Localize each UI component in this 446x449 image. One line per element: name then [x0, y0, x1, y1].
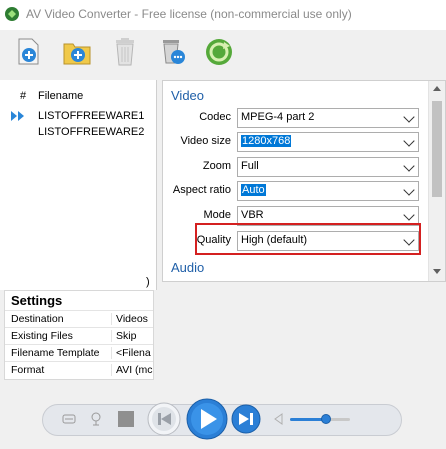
video-size-select[interactable]: 1280x768 — [237, 132, 419, 152]
stop-button[interactable] — [117, 410, 135, 431]
add-file-button[interactable] — [14, 36, 44, 68]
aspect-ratio-select[interactable]: Auto — [237, 181, 419, 201]
settings-row-filename-template[interactable]: Filename Template <Filena — [5, 344, 153, 362]
previous-button[interactable] — [146, 401, 182, 440]
convert-button[interactable] — [204, 36, 234, 68]
volume-slider-handle[interactable] — [321, 414, 331, 424]
stop-icon — [117, 411, 135, 431]
video-section-title: Video — [171, 88, 205, 103]
add-folder-icon — [62, 43, 92, 71]
zoom-select[interactable]: Full — [237, 157, 419, 177]
convert-icon — [204, 39, 234, 71]
settings-row-value: <Filena — [111, 347, 156, 359]
aspect-ratio-label: Aspect ratio — [172, 184, 231, 196]
aspect-ratio-value: Auto — [241, 184, 266, 196]
codec-value: MPEG-4 part 2 — [241, 111, 315, 123]
settings-row-label: Format — [11, 364, 45, 376]
file-list-item[interactable]: LISTOFFREEWARE1 — [38, 110, 144, 122]
video-size-value: 1280x768 — [241, 135, 292, 147]
volume-button[interactable] — [272, 413, 284, 428]
add-file-icon — [14, 38, 44, 71]
properties-panel: Video Codec MPEG-4 part 2 Video size 128… — [162, 80, 446, 282]
properties-scrollbar[interactable] — [428, 81, 445, 281]
mode-value: VBR — [241, 209, 264, 221]
audio-track-button[interactable] — [90, 412, 102, 429]
settings-row-destination[interactable]: Destination Videos — [5, 310, 153, 328]
settings-row-label: Filename Template — [11, 347, 100, 359]
video-size-label: Video size — [180, 135, 231, 147]
window-title: AV Video Converter - Free license (non-c… — [26, 7, 352, 21]
settings-row-value: Skip — [111, 330, 156, 342]
file-list-item[interactable]: LISTOFFREEWARE2 — [38, 126, 144, 138]
chevron-down-icon — [403, 111, 415, 123]
add-folder-button[interactable] — [62, 36, 92, 68]
settings-row-existing-files[interactable]: Existing Files Skip — [5, 327, 153, 345]
codec-label: Codec — [199, 111, 231, 123]
current-file-marker-icon — [10, 110, 26, 122]
settings-title: Settings — [11, 293, 63, 308]
next-button[interactable] — [230, 403, 262, 438]
chevron-down-icon — [403, 184, 415, 196]
volume-slider[interactable] — [290, 414, 350, 424]
column-header-index[interactable]: # — [20, 90, 26, 102]
quality-value: High (default) — [241, 234, 308, 246]
delete-options-button[interactable] — [158, 36, 188, 68]
remove-button[interactable] — [110, 36, 140, 68]
play-button[interactable] — [185, 397, 229, 444]
chevron-down-icon — [403, 234, 415, 246]
subtitle-button[interactable] — [62, 413, 76, 428]
zoom-value: Full — [241, 160, 259, 172]
play-icon — [185, 398, 229, 444]
column-header-filename[interactable]: Filename — [38, 90, 83, 102]
quality-select[interactable]: High (default) — [237, 231, 419, 251]
chevron-down-icon — [403, 135, 415, 147]
skip-next-icon — [230, 404, 262, 438]
quality-label: Quality — [196, 234, 231, 246]
codec-select[interactable]: MPEG-4 part 2 — [237, 108, 419, 128]
settings-row-format[interactable]: Format AVI (mc — [5, 361, 153, 379]
subtitle-icon — [62, 414, 76, 428]
title-bar: AV Video Converter - Free license (non-c… — [0, 0, 446, 30]
audio-track-icon — [90, 412, 102, 429]
mode-label: Mode — [203, 209, 231, 221]
scroll-up-icon[interactable] — [433, 86, 441, 91]
zoom-label: Zoom — [202, 160, 231, 172]
delete-options-icon — [158, 40, 188, 71]
chevron-down-icon — [403, 209, 415, 221]
skip-previous-icon — [146, 402, 182, 440]
settings-row-value: Videos — [111, 313, 156, 325]
settings-row-label: Destination — [11, 313, 64, 325]
trash-icon — [110, 38, 140, 71]
volume-icon — [272, 413, 284, 428]
scroll-down-icon[interactable] — [433, 269, 441, 274]
scrollbar-thumb[interactable] — [432, 101, 442, 197]
settings-panel: Settings Destination Videos Existing Fil… — [4, 290, 154, 380]
chevron-down-icon — [403, 160, 415, 172]
settings-row-value: AVI (mc — [111, 364, 156, 376]
toolbar — [0, 30, 446, 80]
app-logo-icon — [4, 6, 20, 22]
settings-row-label: Existing Files — [11, 330, 73, 342]
file-list-panel: # Filename LISTOFFREEWARE1 LISTOFFREEWAR… — [0, 80, 157, 290]
list-scroll-glyph: ) — [146, 276, 150, 288]
audio-section-title: Audio — [171, 260, 205, 275]
